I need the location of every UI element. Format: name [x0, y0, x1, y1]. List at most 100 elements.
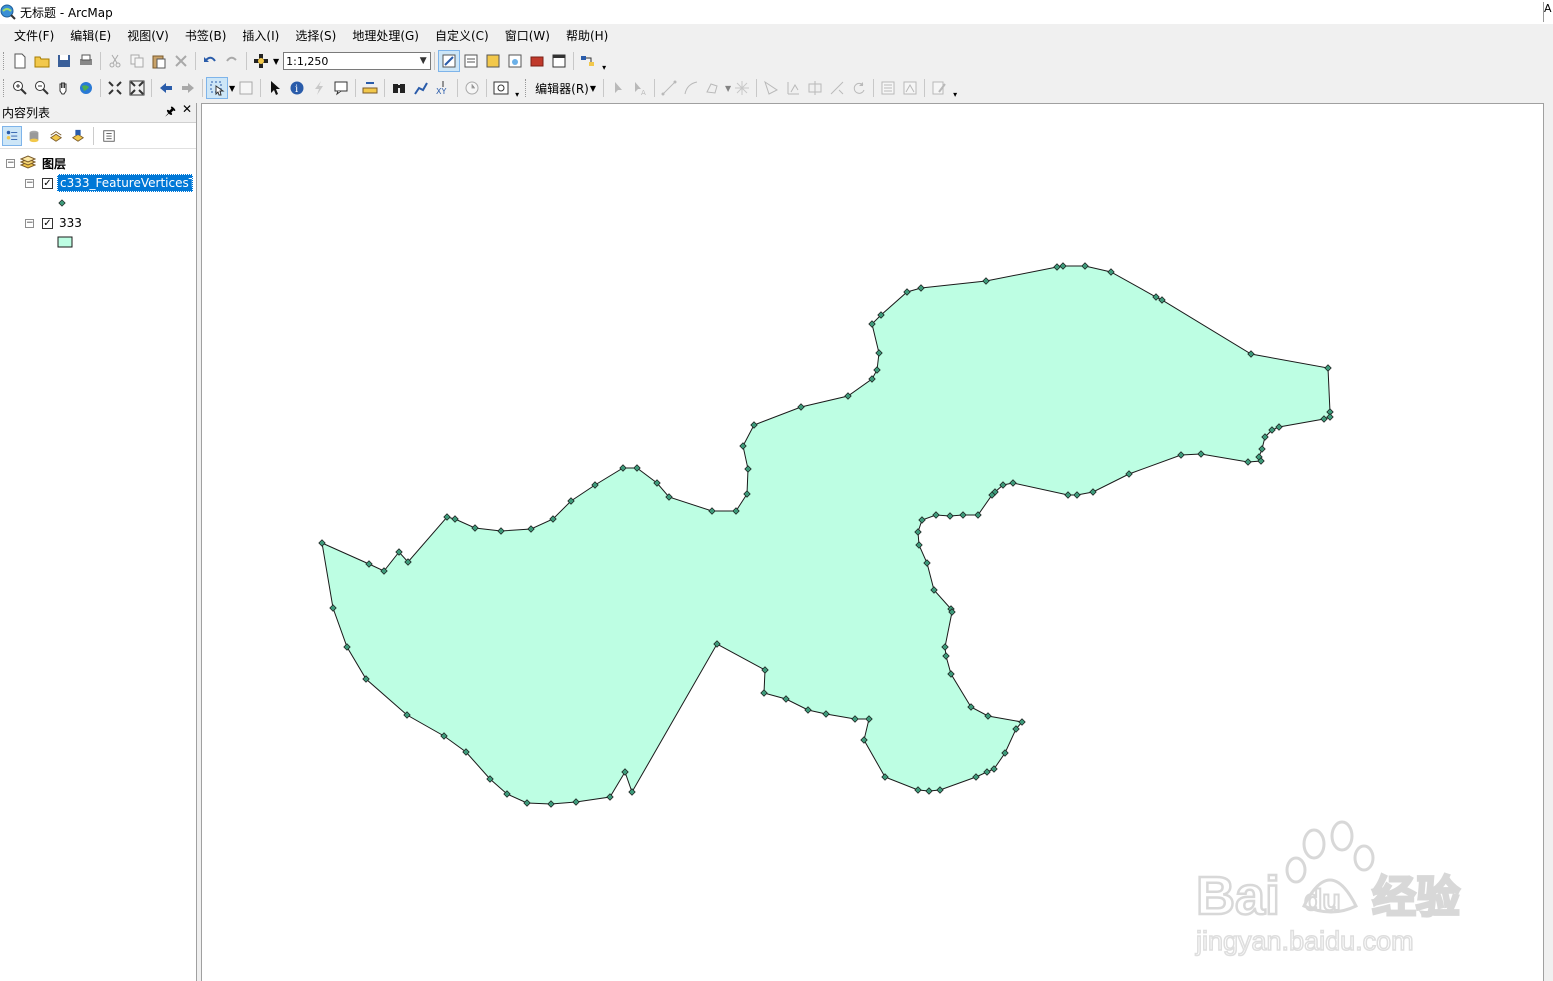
select-features-icon[interactable]: [206, 77, 228, 99]
undo-icon[interactable]: [199, 50, 221, 72]
toolbar-overflow-icon[interactable]: ▾: [512, 77, 522, 99]
layer-visibility-checkbox[interactable]: ✓: [42, 177, 53, 189]
layer-tree: − 图层 − ✓ c333_FeatureVerticesTo − ✓ 333: [0, 149, 196, 253]
new-document-icon[interactable]: [9, 50, 31, 72]
add-data-icon[interactable]: [250, 50, 272, 72]
menu-customize[interactable]: 自定义(C): [427, 25, 497, 47]
editor-menu-label: 编辑器(R): [535, 81, 589, 96]
layer-visibility-checkbox[interactable]: ✓: [42, 217, 53, 229]
html-popup-icon[interactable]: [330, 77, 352, 99]
svg-text:XY: XY: [436, 87, 446, 96]
map-scale-combobox[interactable]: 1:1,250 ▼: [283, 52, 432, 70]
open-folder-icon[interactable]: [31, 50, 53, 72]
map-display[interactable]: Bai du 经验 jingyan.baidu.com: [201, 103, 1544, 981]
delete-icon[interactable]: [170, 50, 192, 72]
edit-annotation-icon[interactable]: A: [629, 77, 651, 99]
zoom-out-icon[interactable]: [31, 77, 53, 99]
chevron-down-icon[interactable]: ▼: [416, 56, 430, 66]
catalog-window-icon[interactable]: [482, 50, 504, 72]
toolbar-overflow-icon[interactable]: ▾: [950, 77, 960, 99]
go-to-xy-icon[interactable]: XY: [432, 77, 454, 99]
point-construct-icon[interactable]: [731, 77, 753, 99]
collapse-icon[interactable]: −: [6, 158, 15, 168]
menu-edit[interactable]: 编辑(E): [62, 25, 119, 47]
identify-icon[interactable]: i: [286, 77, 308, 99]
reshape-feature-icon[interactable]: [782, 77, 804, 99]
select-elements-arrow-icon[interactable]: [264, 77, 286, 99]
save-icon[interactable]: [53, 50, 75, 72]
layer-name-label[interactable]: c333_FeatureVerticesTo: [57, 174, 193, 192]
pin-icon[interactable]: 🖈: [165, 102, 176, 123]
toc-options-icon[interactable]: [99, 126, 119, 146]
layer-row-333: − ✓ 333: [0, 213, 196, 233]
toolbar-grip[interactable]: [3, 79, 6, 97]
edit-vertices-icon[interactable]: [760, 77, 782, 99]
zoom-in-icon[interactable]: [9, 77, 31, 99]
layers-root-label[interactable]: 图层: [40, 154, 68, 173]
editor-menu-button[interactable]: 编辑器(R) ▼: [531, 77, 600, 99]
menu-insert[interactable]: 插入(I): [234, 25, 287, 47]
model-builder-icon[interactable]: [577, 50, 599, 72]
clear-selection-icon[interactable]: [235, 77, 257, 99]
edit-tool-icon[interactable]: [607, 77, 629, 99]
back-arrow-icon[interactable]: [155, 77, 177, 99]
sketch-properties-icon[interactable]: [899, 77, 921, 99]
attributes-icon[interactable]: [877, 77, 899, 99]
menu-view[interactable]: 视图(V): [119, 25, 177, 47]
print-icon[interactable]: [75, 50, 97, 72]
svg-text:Bai: Bai: [1196, 866, 1280, 926]
menu-selection[interactable]: 选择(S): [287, 25, 344, 47]
redo-icon[interactable]: [221, 50, 243, 72]
toolbar-grip[interactable]: [3, 52, 6, 70]
menu-windows[interactable]: 窗口(W): [497, 25, 558, 47]
toc-title: 内容列表: [2, 106, 51, 120]
search-window-icon[interactable]: [504, 50, 526, 72]
rotate-tool-icon[interactable]: [848, 77, 870, 99]
layer-name-label[interactable]: 333: [57, 215, 84, 231]
list-by-drawing-order-icon[interactable]: [2, 125, 22, 146]
menu-file[interactable]: 文件(F): [6, 25, 62, 47]
close-icon[interactable]: ✕: [182, 102, 192, 123]
menu-help[interactable]: 帮助(H): [558, 25, 616, 47]
fixed-zoom-in-icon[interactable]: [104, 77, 126, 99]
menu-geoprocessing[interactable]: 地理处理(G): [344, 25, 427, 47]
time-slider-icon[interactable]: [461, 77, 483, 99]
menu-bookmarks[interactable]: 书签(B): [177, 25, 235, 47]
cut-polygons-icon[interactable]: [804, 77, 826, 99]
cut-icon[interactable]: [104, 50, 126, 72]
collapse-icon[interactable]: −: [25, 218, 34, 228]
polygon-symbol-icon[interactable]: [57, 236, 73, 251]
hyperlink-icon[interactable]: [308, 77, 330, 99]
split-tool-icon[interactable]: [826, 77, 848, 99]
paste-icon[interactable]: [148, 50, 170, 72]
list-by-source-icon[interactable]: [24, 126, 44, 146]
list-by-selection-icon[interactable]: [68, 126, 88, 146]
python-window-icon[interactable]: [548, 50, 570, 72]
trace-icon[interactable]: [702, 77, 724, 99]
create-viewer-window-icon[interactable]: [490, 77, 512, 99]
editor-toolbar-icon[interactable]: [438, 50, 461, 72]
editor-toolbar-grip[interactable]: [525, 79, 528, 97]
fixed-zoom-out-icon[interactable]: [126, 77, 148, 99]
polygon-feature-333[interactable]: [321, 265, 1331, 805]
find-binoculars-icon[interactable]: [388, 77, 410, 99]
measure-icon[interactable]: [359, 77, 381, 99]
table-of-contents-icon[interactable]: [460, 50, 482, 72]
forward-arrow-icon[interactable]: [177, 77, 199, 99]
straight-segment-icon[interactable]: [658, 77, 680, 99]
list-by-visibility-icon[interactable]: [46, 126, 66, 146]
layers-stack-icon: [19, 154, 37, 173]
vertex-point[interactable]: [628, 788, 636, 796]
end-point-arc-icon[interactable]: [680, 77, 702, 99]
full-extent-globe-icon[interactable]: [75, 77, 97, 99]
find-route-icon[interactable]: [410, 77, 432, 99]
arctoolbox-icon[interactable]: [526, 50, 548, 72]
add-data-dropdown-icon[interactable]: ▼: [273, 57, 279, 66]
copy-icon[interactable]: [126, 50, 148, 72]
toolbar-overflow-icon[interactable]: ▾: [599, 50, 609, 72]
collapse-icon[interactable]: −: [25, 178, 34, 188]
create-features-icon[interactable]: [928, 77, 950, 99]
standard-toolbar: ▼ 1:1,250 ▼ ▾: [0, 48, 1553, 74]
point-symbol-icon[interactable]: [58, 196, 66, 210]
pan-hand-icon[interactable]: [53, 77, 75, 99]
